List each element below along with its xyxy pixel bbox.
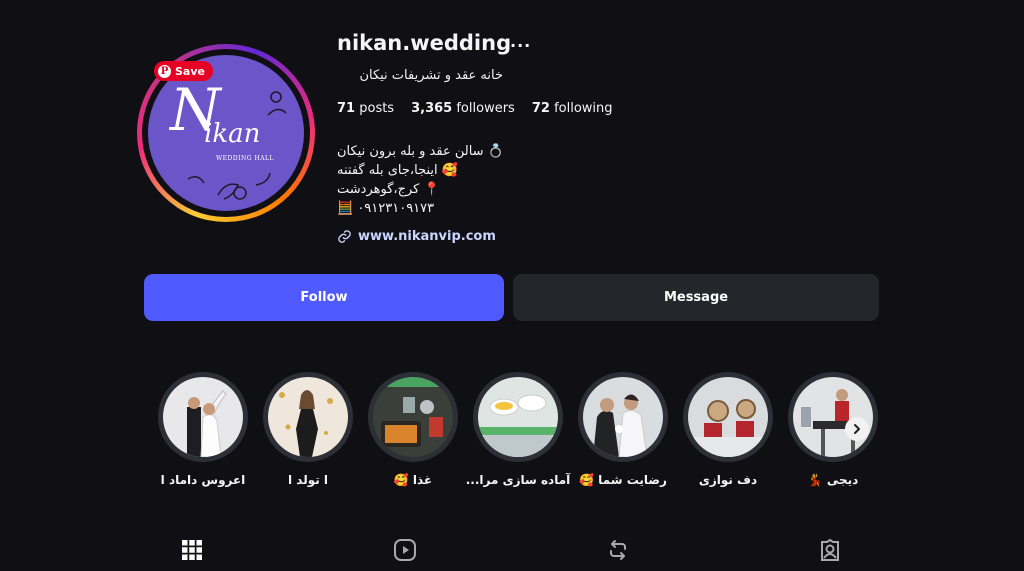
couple-photo-icon — [583, 377, 663, 457]
daf-photo-icon — [688, 377, 768, 457]
highlight-label: غذا 🥰 — [393, 473, 433, 487]
reels-icon — [394, 539, 416, 561]
followers-count: 3,365 — [411, 101, 453, 116]
profile-username: nikan.wedding — [337, 31, 512, 55]
pinterest-save-button[interactable]: P Save — [154, 61, 213, 81]
following-stat[interactable]: 72 following — [532, 101, 613, 116]
highlight-ring — [158, 372, 248, 462]
profile-bio: 💍 سالن عقد و بله برون نیکان 🥰 اینجا،جای … — [337, 142, 527, 218]
followers-stat[interactable]: 3,365 followers — [411, 101, 515, 116]
highlight-label: دیجی 💃 — [807, 473, 859, 487]
posts-label: posts — [359, 101, 395, 116]
highlight-label: دف نوازی — [698, 473, 758, 487]
link-icon — [337, 229, 352, 244]
tagged-icon — [821, 538, 839, 561]
highlight-label: رضایت شما 🥰 — [579, 473, 667, 487]
bio-line: 🥰 اینجا،جای بله گفتنه — [337, 163, 458, 178]
preparation-photo-icon — [478, 377, 558, 457]
bride-groom-photo-icon — [163, 377, 243, 457]
following-count: 72 — [531, 101, 550, 116]
posts-stat: 71 posts — [337, 101, 394, 116]
following-label: following — [554, 101, 613, 116]
chevron-right-icon — [854, 424, 860, 434]
highlight-ring — [788, 372, 878, 462]
link-text: www.nikanvip.com — [358, 229, 496, 244]
highlight-label: آماده سازی مرا... — [465, 473, 571, 487]
highlights-next-button[interactable] — [845, 417, 869, 441]
highlight-ring — [473, 372, 563, 462]
bio-line: 💍 سالن عقد و بله برون نیکان — [337, 144, 504, 159]
food-photo-icon — [373, 377, 453, 457]
highlight-ring — [368, 372, 458, 462]
more-options-icon[interactable]: ··· — [510, 36, 531, 55]
profile-category: خانه عقد و تشریفات نیکان — [359, 68, 503, 83]
highlight-ring — [578, 372, 668, 462]
birthday-photo-icon — [268, 377, 348, 457]
grid-icon — [182, 540, 202, 560]
repost-icon — [610, 540, 626, 560]
tab-posts[interactable] — [180, 538, 204, 562]
highlight-label: اعروس داماد ا — [160, 473, 246, 487]
posts-count: 71 — [337, 101, 356, 116]
highlight-label: ا تولد ا — [287, 473, 329, 487]
tab-reels[interactable] — [393, 538, 417, 562]
message-button[interactable]: Message — [513, 274, 879, 321]
follow-button[interactable]: Follow — [144, 274, 504, 321]
tab-reposts[interactable] — [606, 538, 630, 562]
tab-tagged[interactable] — [818, 538, 842, 562]
save-label: Save — [175, 64, 205, 78]
profile-stats: 71 posts 3,365 followers 72 following — [337, 101, 613, 116]
pinterest-icon: P — [158, 64, 171, 78]
highlight-ring — [263, 372, 353, 462]
profile-link[interactable]: www.nikanvip.com — [337, 229, 496, 244]
bio-line: 📍 کرج،گوهردشت — [337, 182, 440, 197]
followers-label: followers — [456, 101, 515, 116]
story-highlights: اعروس داماد ا ا تولد ا غذا 🥰 آماده سازی … — [0, 372, 1024, 492]
highlight-ring — [683, 372, 773, 462]
bio-line: 🧮 ۰۹۱۲۳۱۰۹۱۷۳ — [337, 201, 435, 216]
